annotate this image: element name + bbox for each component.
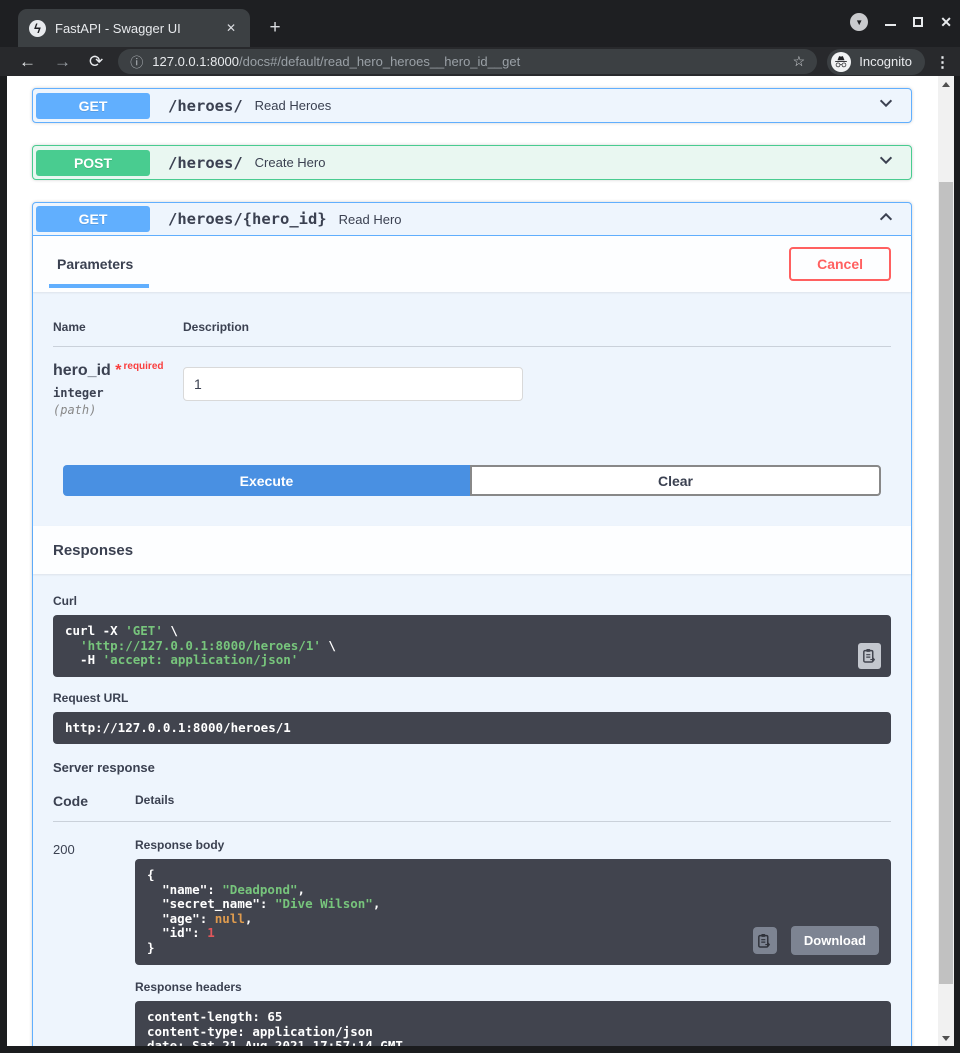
op-summary-text: Read Hero (338, 211, 402, 227)
response-table-header: Code Details (53, 793, 891, 822)
column-header-code: Code (53, 793, 88, 809)
op-path: /heroes/{hero_id} (168, 210, 327, 228)
method-badge-get: GET (36, 206, 150, 232)
scrollbar-thumb[interactable] (939, 182, 953, 984)
responses-header: Responses (33, 526, 911, 574)
op-path: /heroes/ (168, 96, 243, 115)
tab-title: FastAPI - Swagger UI (55, 20, 181, 36)
new-tab-button[interactable]: + (262, 16, 288, 42)
execute-button[interactable]: Execute (63, 465, 470, 496)
responses-title: Responses (53, 541, 134, 559)
scrollbar-up-arrow[interactable] (938, 76, 954, 92)
op-summary-text: Create Hero (254, 155, 326, 170)
response-headers-text: content-length: 65 content-type: applicat… (147, 1009, 403, 1046)
parameter-name: hero_id * required (53, 361, 164, 379)
curl-label: Curl (53, 594, 77, 608)
chevron-down-icon[interactable] (871, 149, 901, 176)
opblock-summary-read-heroes[interactable]: GET /heroes/ Read Heroes (33, 89, 911, 122)
url-text: 127.0.0.1:8000/docs#/default/read_hero_h… (152, 54, 521, 69)
op-summary-text: Read Heroes (254, 98, 332, 113)
request-url-text: http://127.0.0.1:8000/heroes/1 (65, 719, 291, 735)
clear-button[interactable]: Clear (470, 465, 881, 496)
hero-id-input[interactable] (183, 367, 523, 401)
chevron-up-icon[interactable] (871, 206, 901, 233)
opblock-read-hero: GET /heroes/{hero_id} Read Hero Paramete… (32, 202, 912, 1046)
address-bar[interactable]: ⓘ 127.0.0.1:8000/docs#/default/read_hero… (118, 49, 818, 74)
column-header-name: Name (53, 320, 86, 334)
curl-command-block: curl -X 'GET' \ 'http://127.0.0.1:8000/h… (53, 615, 891, 677)
swagger-page: GET /heroes/ Read Heroes POST /heroes/ C… (7, 76, 938, 1046)
status-code: 200 (53, 842, 75, 857)
copy-curl-button[interactable] (858, 642, 881, 669)
incognito-icon (831, 51, 852, 72)
incognito-badge: Incognito (827, 48, 925, 75)
opblock-read-heroes: GET /heroes/ Read Heroes (32, 88, 912, 123)
opblock-summary-create-hero[interactable]: POST /heroes/ Create Hero (33, 146, 911, 179)
parameter-row-hero-id: hero_id * required integer (path) (53, 347, 891, 417)
bookmark-star-icon[interactable]: ☆ (793, 53, 806, 70)
column-header-details: Details (135, 793, 175, 807)
response-body-block: { "name": "Deadpond", "secret_name": "Di… (135, 859, 891, 965)
download-button[interactable]: Download (790, 926, 879, 955)
browser-tab-bar: ϟ FastAPI - Swagger UI ✕ + ▼ ✕ (0, 0, 960, 47)
browser-update-icon[interactable]: ▼ (850, 13, 869, 31)
forward-icon[interactable]: → (54, 53, 71, 70)
maximize-icon[interactable] (913, 17, 924, 27)
incognito-label: Incognito (859, 54, 912, 69)
responses-section: Curl curl -X 'GET' \ 'http://127.0.0.1:8… (33, 574, 911, 1046)
site-info-icon[interactable]: ⓘ (130, 52, 143, 71)
required-label: required (123, 361, 164, 372)
response-headers-label: Response headers (135, 980, 242, 994)
tab-close-icon[interactable]: ✕ (222, 19, 240, 37)
copy-response-button[interactable] (752, 927, 777, 954)
parameter-location: (path) (53, 403, 97, 417)
column-header-description: Description (183, 320, 250, 334)
scrollbar-down-arrow[interactable] (938, 1030, 954, 1046)
op-path: /heroes/ (168, 153, 243, 172)
request-url-label: Request URL (53, 690, 129, 705)
response-headers-block: content-length: 65 content-type: applicat… (135, 1001, 891, 1046)
response-body-label: Response body (135, 838, 225, 852)
response-row-200: 200 Response body { "name": "Deadpond", … (53, 822, 891, 1046)
chevron-down-icon[interactable] (871, 92, 901, 119)
parameters-table: Name Description hero_id * required integ… (33, 292, 911, 465)
tab-parameters[interactable]: Parameters (49, 241, 149, 288)
reload-icon[interactable]: ⟳ (89, 53, 103, 70)
method-badge-post: POST (36, 149, 150, 176)
curl-command-text: curl -X 'GET' \ 'http://127.0.0.1:8000/h… (65, 623, 336, 667)
required-star: * (115, 362, 122, 379)
opblock-create-hero: POST /heroes/ Create Hero (32, 145, 912, 180)
execute-row: Execute Clear (33, 465, 911, 526)
page-scrollbar[interactable] (938, 76, 954, 1046)
browser-menu-icon[interactable]: ⋮ (935, 53, 950, 71)
close-icon[interactable]: ✕ (940, 15, 952, 29)
cancel-button[interactable]: Cancel (789, 247, 891, 281)
server-response-label: Server response (53, 760, 155, 775)
parameter-type: integer (53, 386, 104, 400)
minimize-icon[interactable] (885, 24, 897, 26)
browser-toolbar: ← → ⟳ ⓘ 127.0.0.1:8000/docs#/default/rea… (0, 47, 960, 76)
opblock-summary-read-hero[interactable]: GET /heroes/{hero_id} Read Hero (33, 203, 911, 236)
method-badge-get: GET (36, 92, 150, 119)
parameters-header: Parameters Cancel (33, 236, 911, 292)
request-url-block: http://127.0.0.1:8000/heroes/1 (53, 711, 891, 744)
browser-tab[interactable]: ϟ FastAPI - Swagger UI ✕ (18, 9, 250, 47)
fastapi-favicon-icon: ϟ (29, 19, 46, 37)
back-icon[interactable]: ← (19, 53, 36, 70)
